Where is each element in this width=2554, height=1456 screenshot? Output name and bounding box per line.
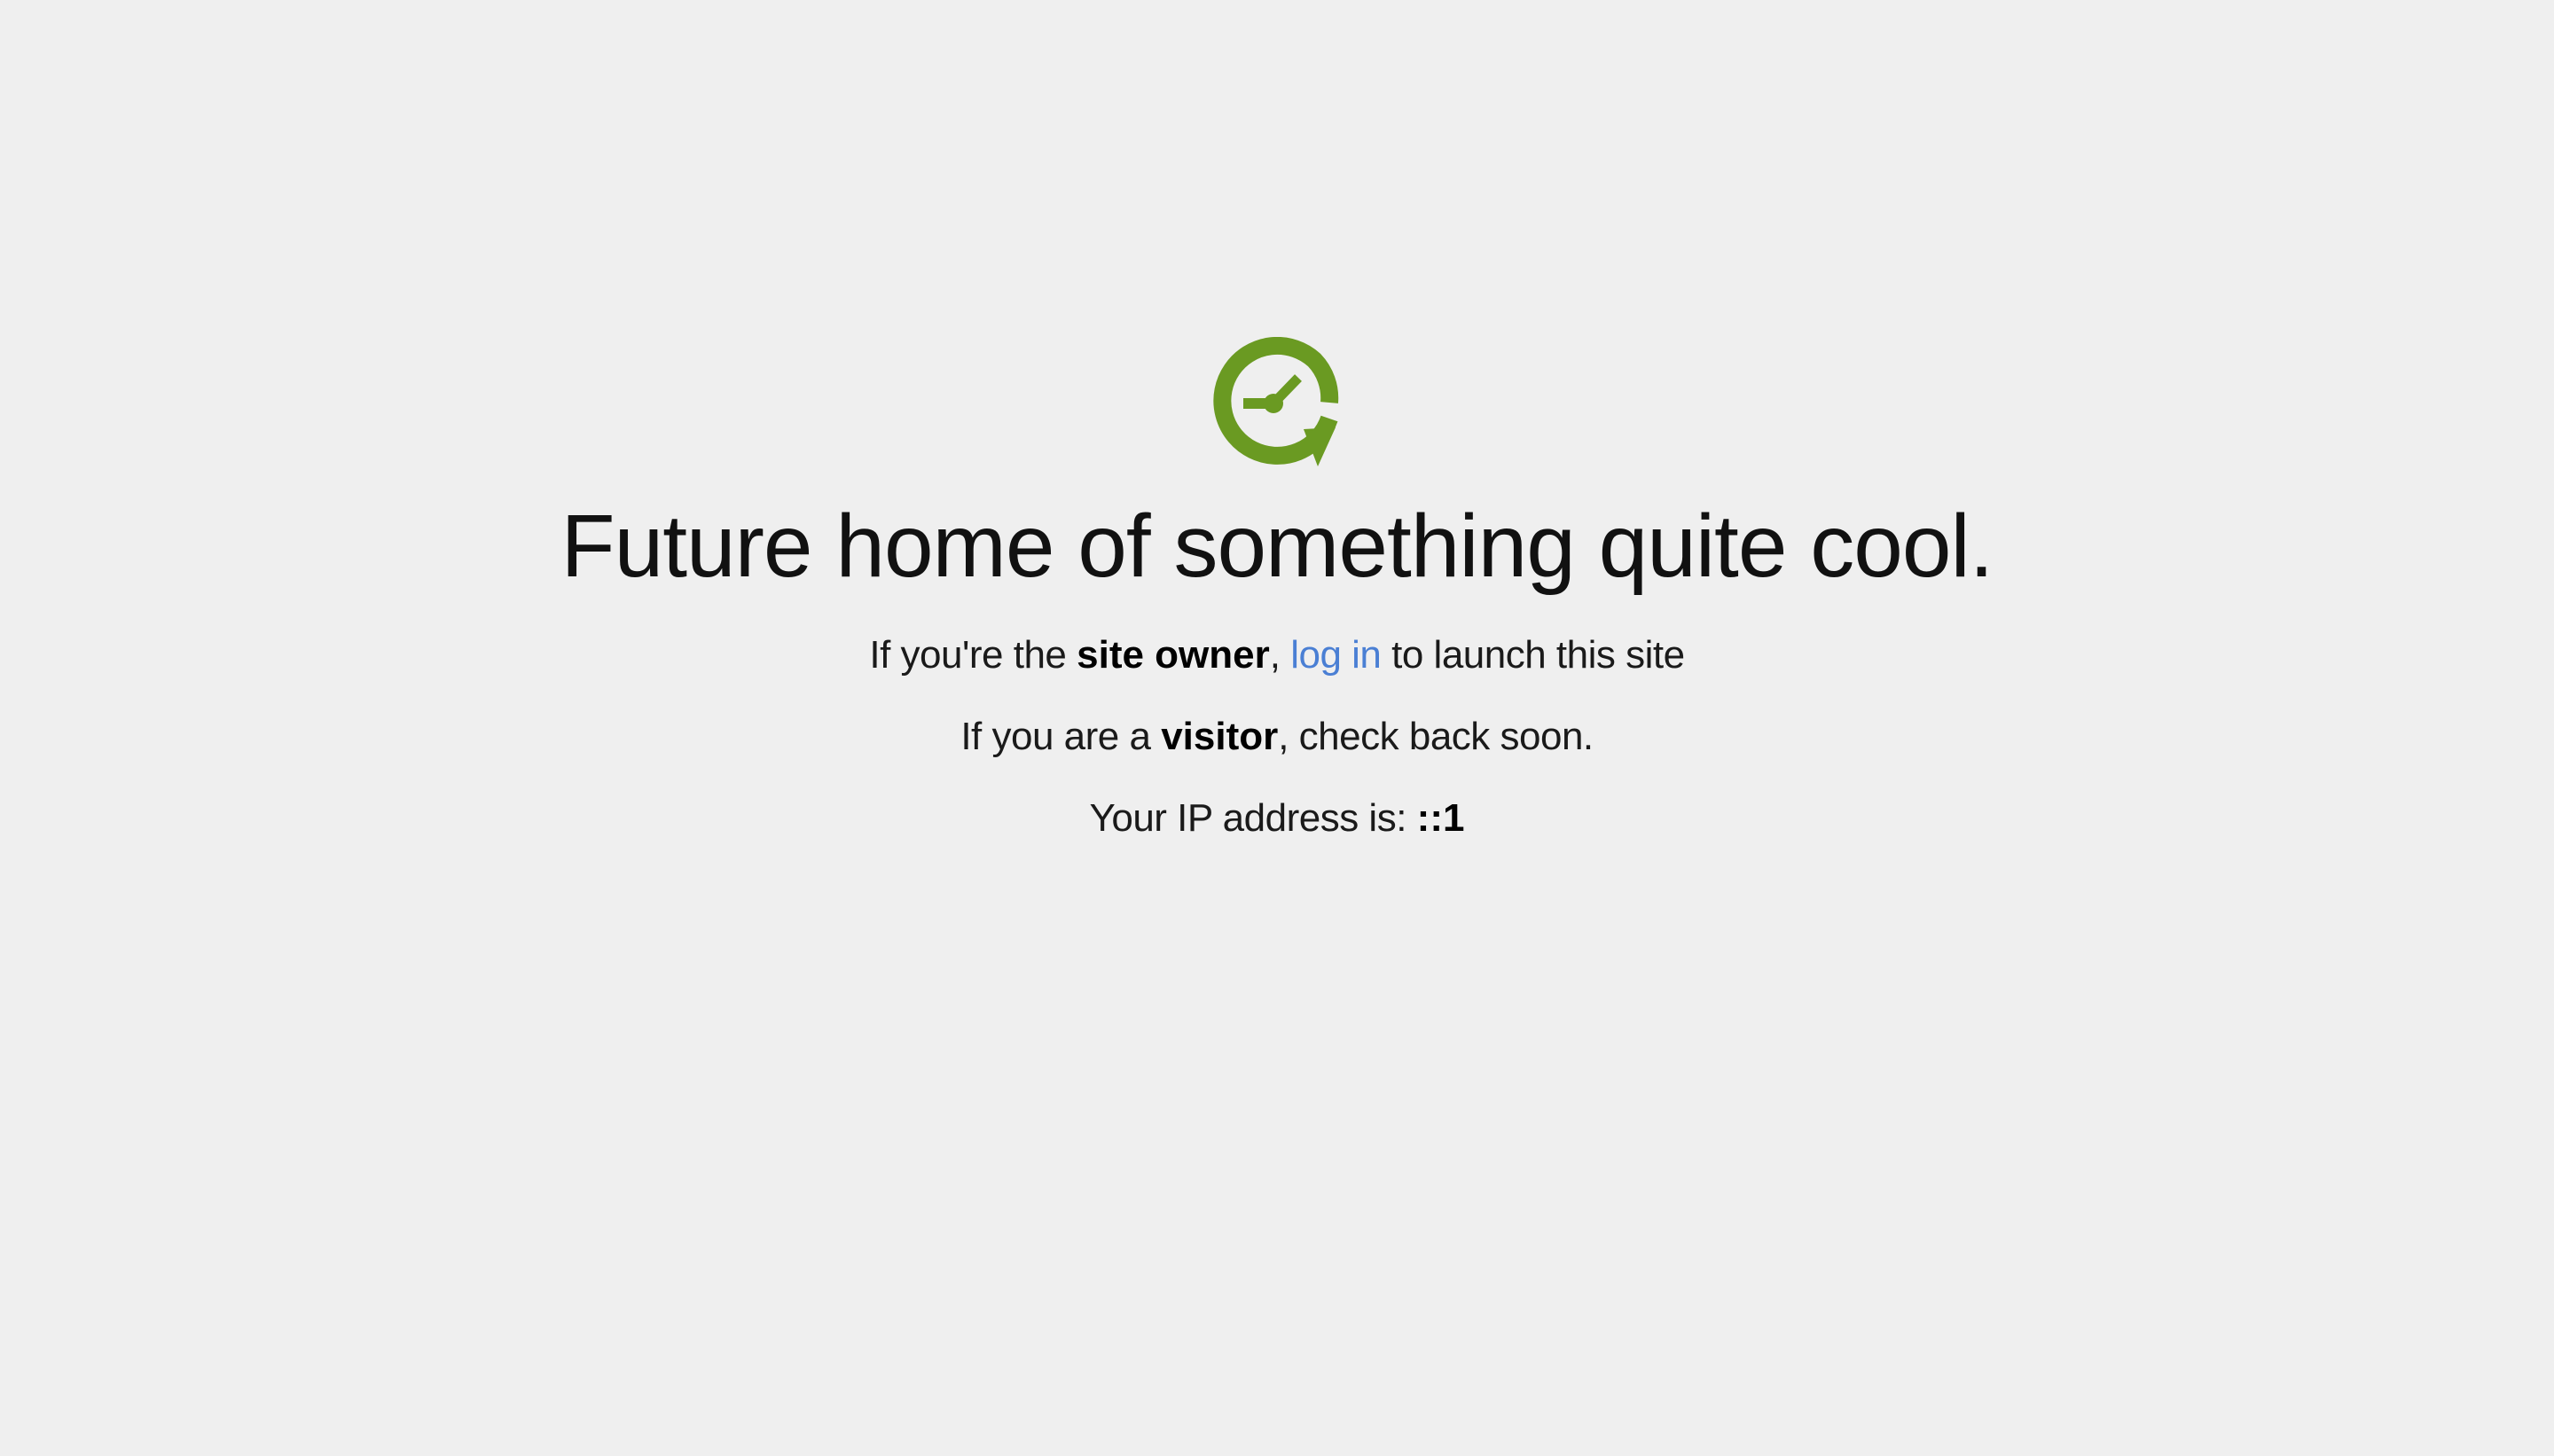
owner-message-suffix: to launch this site — [1381, 633, 1685, 677]
owner-message-comma: , — [1269, 633, 1291, 677]
visitor-message-suffix: , check back soon. — [1278, 715, 1594, 758]
ip-address-label: Your IP address is: — [1089, 796, 1417, 840]
ip-address-value: ::1 — [1416, 796, 1465, 840]
owner-message: If you're the site owner, log in to laun… — [0, 629, 2554, 682]
visitor-label: visitor — [1161, 715, 1279, 758]
clock-refresh-icon — [1213, 337, 1339, 466]
visitor-message: If you are a visitor, check back soon. — [0, 710, 2554, 763]
owner-message-prefix: If you're the — [869, 633, 1077, 677]
ip-address-message: Your IP address is: ::1 — [0, 792, 2554, 845]
log-in-link[interactable]: log in — [1290, 633, 1382, 677]
visitor-message-prefix: If you are a — [960, 715, 1162, 758]
page-headline: Future home of something quite cool. — [560, 497, 1994, 596]
site-owner-label: site owner — [1077, 633, 1270, 677]
